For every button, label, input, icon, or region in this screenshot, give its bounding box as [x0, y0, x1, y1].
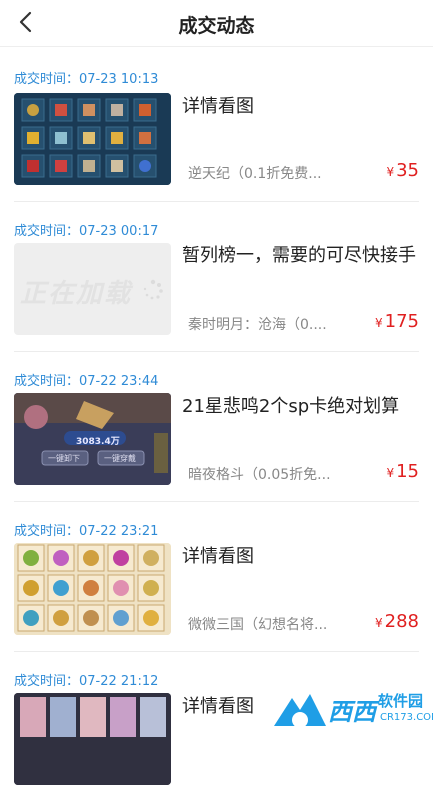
top-bar: 成交动态: [0, 0, 433, 47]
list-item[interactable]: 成交时间：07-23 10:13 详情看图 逆天纪（0.1折免费... ¥35: [0, 46, 433, 201]
thumbnail-image: [14, 543, 171, 635]
list-item[interactable]: 成交时间：07-22 23:21 详情看图 微微三国（幻想名将... ¥288: [0, 502, 433, 652]
item-title: 暂列榜一，需要的可尽快接手: [182, 245, 416, 266]
list-item[interactable]: 成交时间：07-22 23:44 3083.4万 一键卸下 一键穿戴 21星悲鸣…: [0, 352, 433, 502]
item-title: 21星悲鸣2个sp卡绝对划算: [182, 396, 400, 417]
list-item[interactable]: 成交时间：07-23 00:17 正在加载 暂列榜一，需要的可尽快接手 秦时明月…: [0, 202, 433, 352]
unequip-label: 一键卸下: [48, 454, 80, 463]
equip-label: 一键穿戴: [104, 454, 136, 463]
item-thumbnail: 3083.4万 一键卸下 一键穿戴: [14, 393, 171, 485]
game-name: 逆天纪（0.1折免费...: [188, 166, 322, 182]
item-price: ¥35: [386, 160, 419, 181]
watermark-logo-icon: [274, 694, 326, 728]
thumbnail-image: [14, 93, 171, 185]
deal-time: 成交时间：07-23 10:13: [14, 72, 159, 87]
loading-placeholder: 正在加载: [20, 279, 133, 309]
deal-time: 成交时间：07-23 00:17: [14, 224, 159, 239]
item-price: ¥15: [386, 461, 419, 482]
game-name: 微微三国（幻想名将...: [188, 617, 328, 633]
item-thumbnail: [14, 693, 171, 785]
item-title: 详情看图: [182, 96, 254, 117]
page-title: 成交动态: [178, 15, 255, 37]
game-name: 暗夜格斗（0.05折免...: [188, 467, 331, 483]
power-value: 3083.4万: [76, 437, 120, 447]
loading-spinner-icon: [143, 279, 163, 300]
deal-time: 成交时间：07-22 23:21: [14, 524, 159, 539]
item-title: 详情看图: [182, 546, 254, 567]
watermark-sub: 软件园: [378, 692, 424, 710]
watermark-text: 西西: [328, 698, 376, 726]
thumbnail-image: [14, 693, 171, 785]
item-thumbnail: 正在加载: [14, 243, 171, 335]
item-price: ¥288: [375, 611, 419, 632]
deal-time: 成交时间：07-22 23:44: [14, 374, 159, 389]
item-thumbnail: [14, 93, 171, 185]
watermark-url: CR173.COM: [380, 712, 433, 723]
item-thumbnail: [14, 543, 171, 635]
deal-time: 成交时间：07-22 21:12: [14, 674, 159, 689]
item-price: ¥175: [375, 311, 419, 332]
watermark-logo: 西西 软件园 CR173.COM: [270, 690, 433, 732]
game-name: 秦时明月：沧海（0....: [188, 317, 327, 333]
